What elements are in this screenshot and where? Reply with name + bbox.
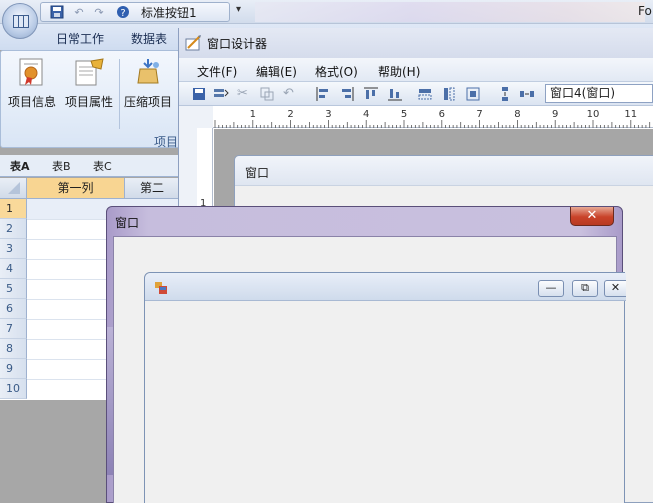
same-size-icon[interactable] (465, 86, 481, 102)
quick-access-toolbar: ↶ ↷ ? 标准按钮1 ▾ Fo (0, 0, 653, 24)
dialog-title: 窗口 (115, 216, 140, 230)
align-left-icon[interactable] (315, 86, 331, 102)
window-title-fragment: Fo (638, 4, 652, 18)
customize-toolbar-dropdown[interactable]: ▾ (236, 4, 241, 15)
quick-access-bar: ↶ ↷ ? 标准按钮1 (40, 2, 230, 22)
application-menu-button[interactable] (2, 3, 38, 39)
cut-icon[interactable]: ✂ (237, 86, 253, 102)
sheet-tab-c[interactable]: 表C (93, 158, 112, 174)
help-icon[interactable]: ? (115, 5, 131, 21)
align-top-icon[interactable] (363, 86, 379, 102)
close-icon: ✕ (586, 208, 598, 223)
save-icon[interactable] (191, 86, 207, 102)
window-selector[interactable]: 窗口4(窗口) (545, 84, 653, 103)
design-form-title-bar: 窗口 (235, 156, 653, 186)
copy-icon[interactable] (259, 86, 275, 102)
project-properties-icon (73, 57, 105, 87)
sheet-tabs: 表A 表B 表C (0, 155, 180, 177)
designer-menu-bar: 文件(F) 编辑(E) 格式(O) 帮助(H) (179, 58, 653, 82)
save-icon[interactable] (49, 5, 65, 21)
close-button[interactable]: ✕ (604, 280, 626, 297)
designer-toolbar: ✂ ↶ 窗口4(窗口) (179, 82, 653, 106)
dialog-client-area: — ⧉ ✕ (113, 236, 626, 503)
row-header-6[interactable]: 6 (0, 299, 27, 319)
form-preview-window: 窗口 ✕ — ⧉ ✕ (106, 206, 626, 503)
column-header-1[interactable]: 第一列 (27, 178, 125, 199)
column-header-2[interactable]: 第二 (125, 178, 180, 199)
ruler-label: 11 (624, 109, 637, 120)
compress-project-button[interactable]: 压缩项目 (120, 55, 176, 115)
designer-title: 窗口设计器 (207, 37, 268, 51)
ruler-ticks: 1 2 3 4 5 6 7 8 9 10 11 (214, 109, 651, 128)
same-width-icon[interactable] (417, 86, 433, 102)
row-header-4[interactable]: 4 (0, 259, 27, 279)
ruler-label: 4 (363, 109, 369, 120)
window-app-icon (155, 282, 167, 294)
menu-file[interactable]: 文件(F) (197, 63, 237, 80)
sheet-tab-b[interactable]: 表B (52, 158, 71, 174)
ruler-label: 5 (401, 109, 407, 120)
minimize-icon: — (545, 281, 557, 294)
horizontal-spacing-icon[interactable] (519, 86, 535, 102)
align-bottom-icon[interactable] (387, 86, 403, 102)
dialog-close-button[interactable]: ✕ (570, 207, 614, 226)
minimize-button[interactable]: — (538, 280, 564, 297)
compress-project-icon (132, 57, 164, 87)
row-header-5[interactable]: 5 (0, 279, 27, 299)
designer-app-icon (185, 34, 203, 55)
design-form-title: 窗口 (245, 166, 270, 180)
align-right-icon[interactable] (339, 86, 355, 102)
project-properties-label: 项目属性 (64, 95, 113, 109)
horizontal-ruler: 1 2 3 4 5 6 7 8 9 10 11 (213, 106, 653, 128)
row-header-7[interactable]: 7 (0, 319, 27, 339)
ruler-label: 1 (250, 109, 256, 120)
select-all-corner[interactable] (0, 178, 27, 199)
row-header-1[interactable]: 1 (0, 199, 27, 219)
tab-order-icon[interactable] (213, 86, 229, 102)
certificate-icon (16, 57, 48, 87)
project-info-button[interactable]: 项目信息 (4, 55, 60, 115)
undo-icon[interactable]: ↶ (283, 86, 299, 102)
ruler-label: 2 (287, 109, 293, 120)
close-icon: ✕ (610, 281, 621, 294)
child-window-title-bar[interactable]: — ⧉ ✕ (145, 273, 626, 301)
ruler-label: 3 (325, 109, 331, 120)
restore-icon: ⧉ (581, 281, 589, 294)
row-header-8[interactable]: 8 (0, 339, 27, 359)
restore-button[interactable]: ⧉ (572, 280, 598, 297)
row-header-9[interactable]: 9 (0, 359, 27, 379)
sheet-tab-a[interactable]: 表A (10, 158, 30, 174)
app-menu-icon (13, 15, 29, 28)
designer-title-bar[interactable]: 窗口设计器 (179, 28, 653, 58)
taskbar-region (255, 2, 645, 22)
document-title: 标准按钮1 (141, 6, 197, 20)
row-header-3[interactable]: 3 (0, 239, 27, 259)
child-window-client (151, 301, 620, 503)
svg-text:?: ? (120, 8, 125, 19)
ruler-label: 8 (514, 109, 520, 120)
ruler-label: 7 (476, 109, 482, 120)
redo-icon[interactable]: ↷ (91, 5, 107, 21)
ribbon-group-label: 项目 (154, 135, 179, 149)
row-header-2[interactable]: 2 (0, 219, 27, 239)
ruler-corner (179, 106, 213, 128)
compress-project-label: 压缩项目 (123, 95, 172, 109)
child-window: — ⧉ ✕ (144, 272, 626, 503)
menu-format[interactable]: 格式(O) (315, 63, 358, 80)
tab-daily-work[interactable]: 日常工作 (56, 30, 104, 47)
row-header-10[interactable]: 10 (0, 379, 27, 399)
same-height-icon[interactable] (441, 86, 457, 102)
tab-data-table[interactable]: 数据表 (131, 30, 167, 47)
project-properties-button[interactable]: 项目属性 (61, 55, 117, 115)
vertical-spacing-icon[interactable] (497, 86, 513, 102)
ruler-label: 9 (552, 109, 558, 120)
ribbon-panel: 项目信息 项目属性 压缩项目 项目 (0, 50, 180, 149)
menu-edit[interactable]: 编辑(E) (256, 63, 297, 80)
menu-help[interactable]: 帮助(H) (378, 63, 420, 80)
project-info-label: 项目信息 (7, 95, 56, 109)
ruler-label: 6 (439, 109, 445, 120)
ruler-label: 10 (587, 109, 600, 120)
undo-icon[interactable]: ↶ (71, 5, 87, 21)
